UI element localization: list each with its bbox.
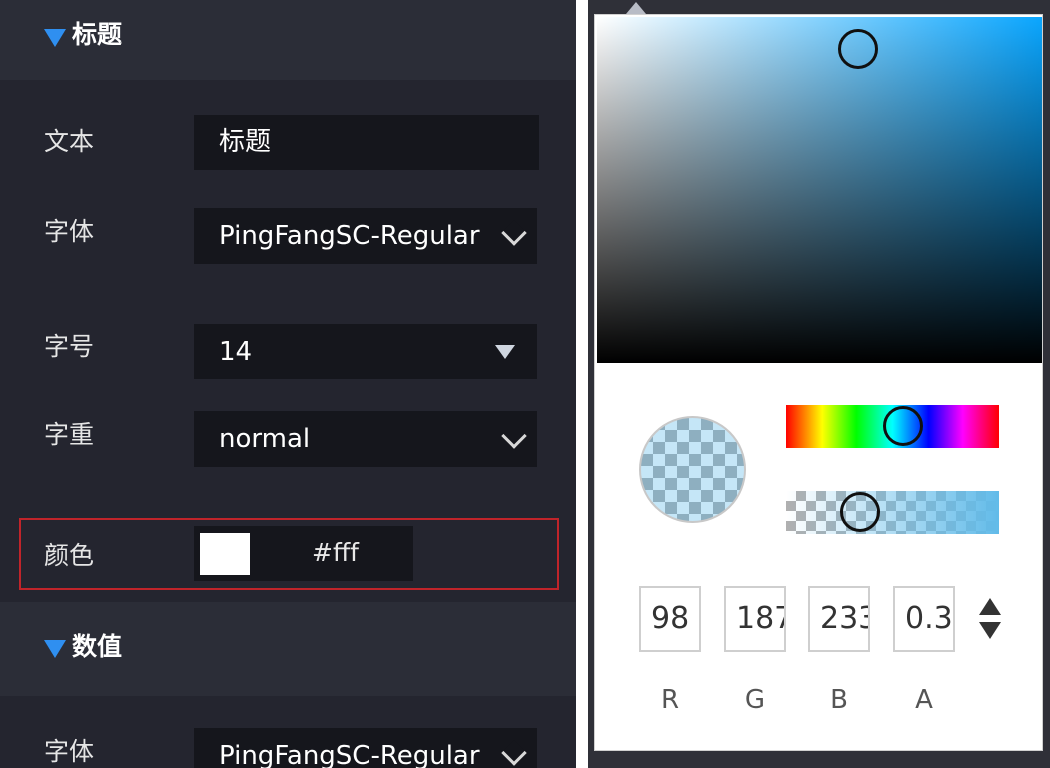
alpha-slider-handle[interactable] [840, 492, 880, 532]
divider [576, 0, 588, 768]
property-panel: 标题 文本 标题 字体 PingFangSC-Regular 字号 14 字重 … [0, 0, 576, 768]
triangle-down-icon[interactable] [495, 345, 515, 359]
value-font-label: 字体 [44, 737, 95, 766]
section-title-label: 标题 [72, 20, 123, 49]
color-picker-popover: 98 187 233 0.37 R G B A [594, 14, 1043, 751]
font-select-value: PingFangSC-Regular [219, 221, 480, 251]
font-select[interactable]: PingFangSC-Regular [194, 208, 537, 264]
saturation-cursor[interactable] [838, 29, 878, 69]
saturation-area[interactable] [597, 17, 1042, 363]
font-size-select[interactable]: 14 [194, 324, 537, 379]
r-label: R [660, 685, 680, 715]
arrow-down-icon[interactable] [979, 622, 1001, 639]
color-label: 颜色 [44, 541, 95, 570]
color-preview [639, 416, 746, 523]
chevron-down-icon[interactable] [501, 423, 527, 449]
font-weight-value: normal [219, 424, 311, 454]
g-input[interactable]: 187 [724, 586, 786, 652]
r-input[interactable]: 98 [639, 586, 701, 652]
value-font-select[interactable]: PingFangSC-Regular [194, 728, 537, 768]
a-label: A [915, 685, 933, 715]
g-label: G [744, 685, 766, 715]
font-size-label: 字号 [44, 332, 95, 361]
hue-slider[interactable] [786, 405, 999, 448]
color-input[interactable]: #fff [194, 526, 413, 581]
font-weight-label: 字重 [44, 420, 95, 449]
section-header-title[interactable]: 标题 [0, 0, 576, 80]
color-swatch[interactable] [200, 533, 250, 575]
arrow-up-icon[interactable] [979, 598, 1001, 615]
b-input[interactable]: 233 [808, 586, 870, 652]
hue-slider-handle[interactable] [883, 406, 923, 446]
color-hex-value: #fff [312, 538, 359, 567]
alpha-slider[interactable] [786, 491, 999, 534]
popover-arrow-icon [626, 2, 646, 14]
chevron-down-icon[interactable] [501, 740, 527, 766]
b-label: B [830, 685, 848, 715]
section-header-value[interactable]: 数值 [0, 602, 576, 696]
triangle-down-icon[interactable] [44, 29, 66, 47]
text-label: 文本 [44, 127, 95, 156]
a-input[interactable]: 0.37 [893, 586, 955, 652]
triangle-down-icon[interactable] [44, 640, 66, 658]
up-down-arrows-icon[interactable] [978, 598, 1002, 642]
value-font-select-value: PingFangSC-Regular [219, 741, 480, 768]
font-size-value: 14 [219, 337, 253, 367]
section-value-label: 数值 [72, 632, 123, 661]
text-input[interactable]: 标题 [194, 115, 539, 170]
font-label: 字体 [44, 217, 95, 246]
chevron-down-icon[interactable] [501, 220, 527, 246]
font-weight-select[interactable]: normal [194, 411, 537, 467]
